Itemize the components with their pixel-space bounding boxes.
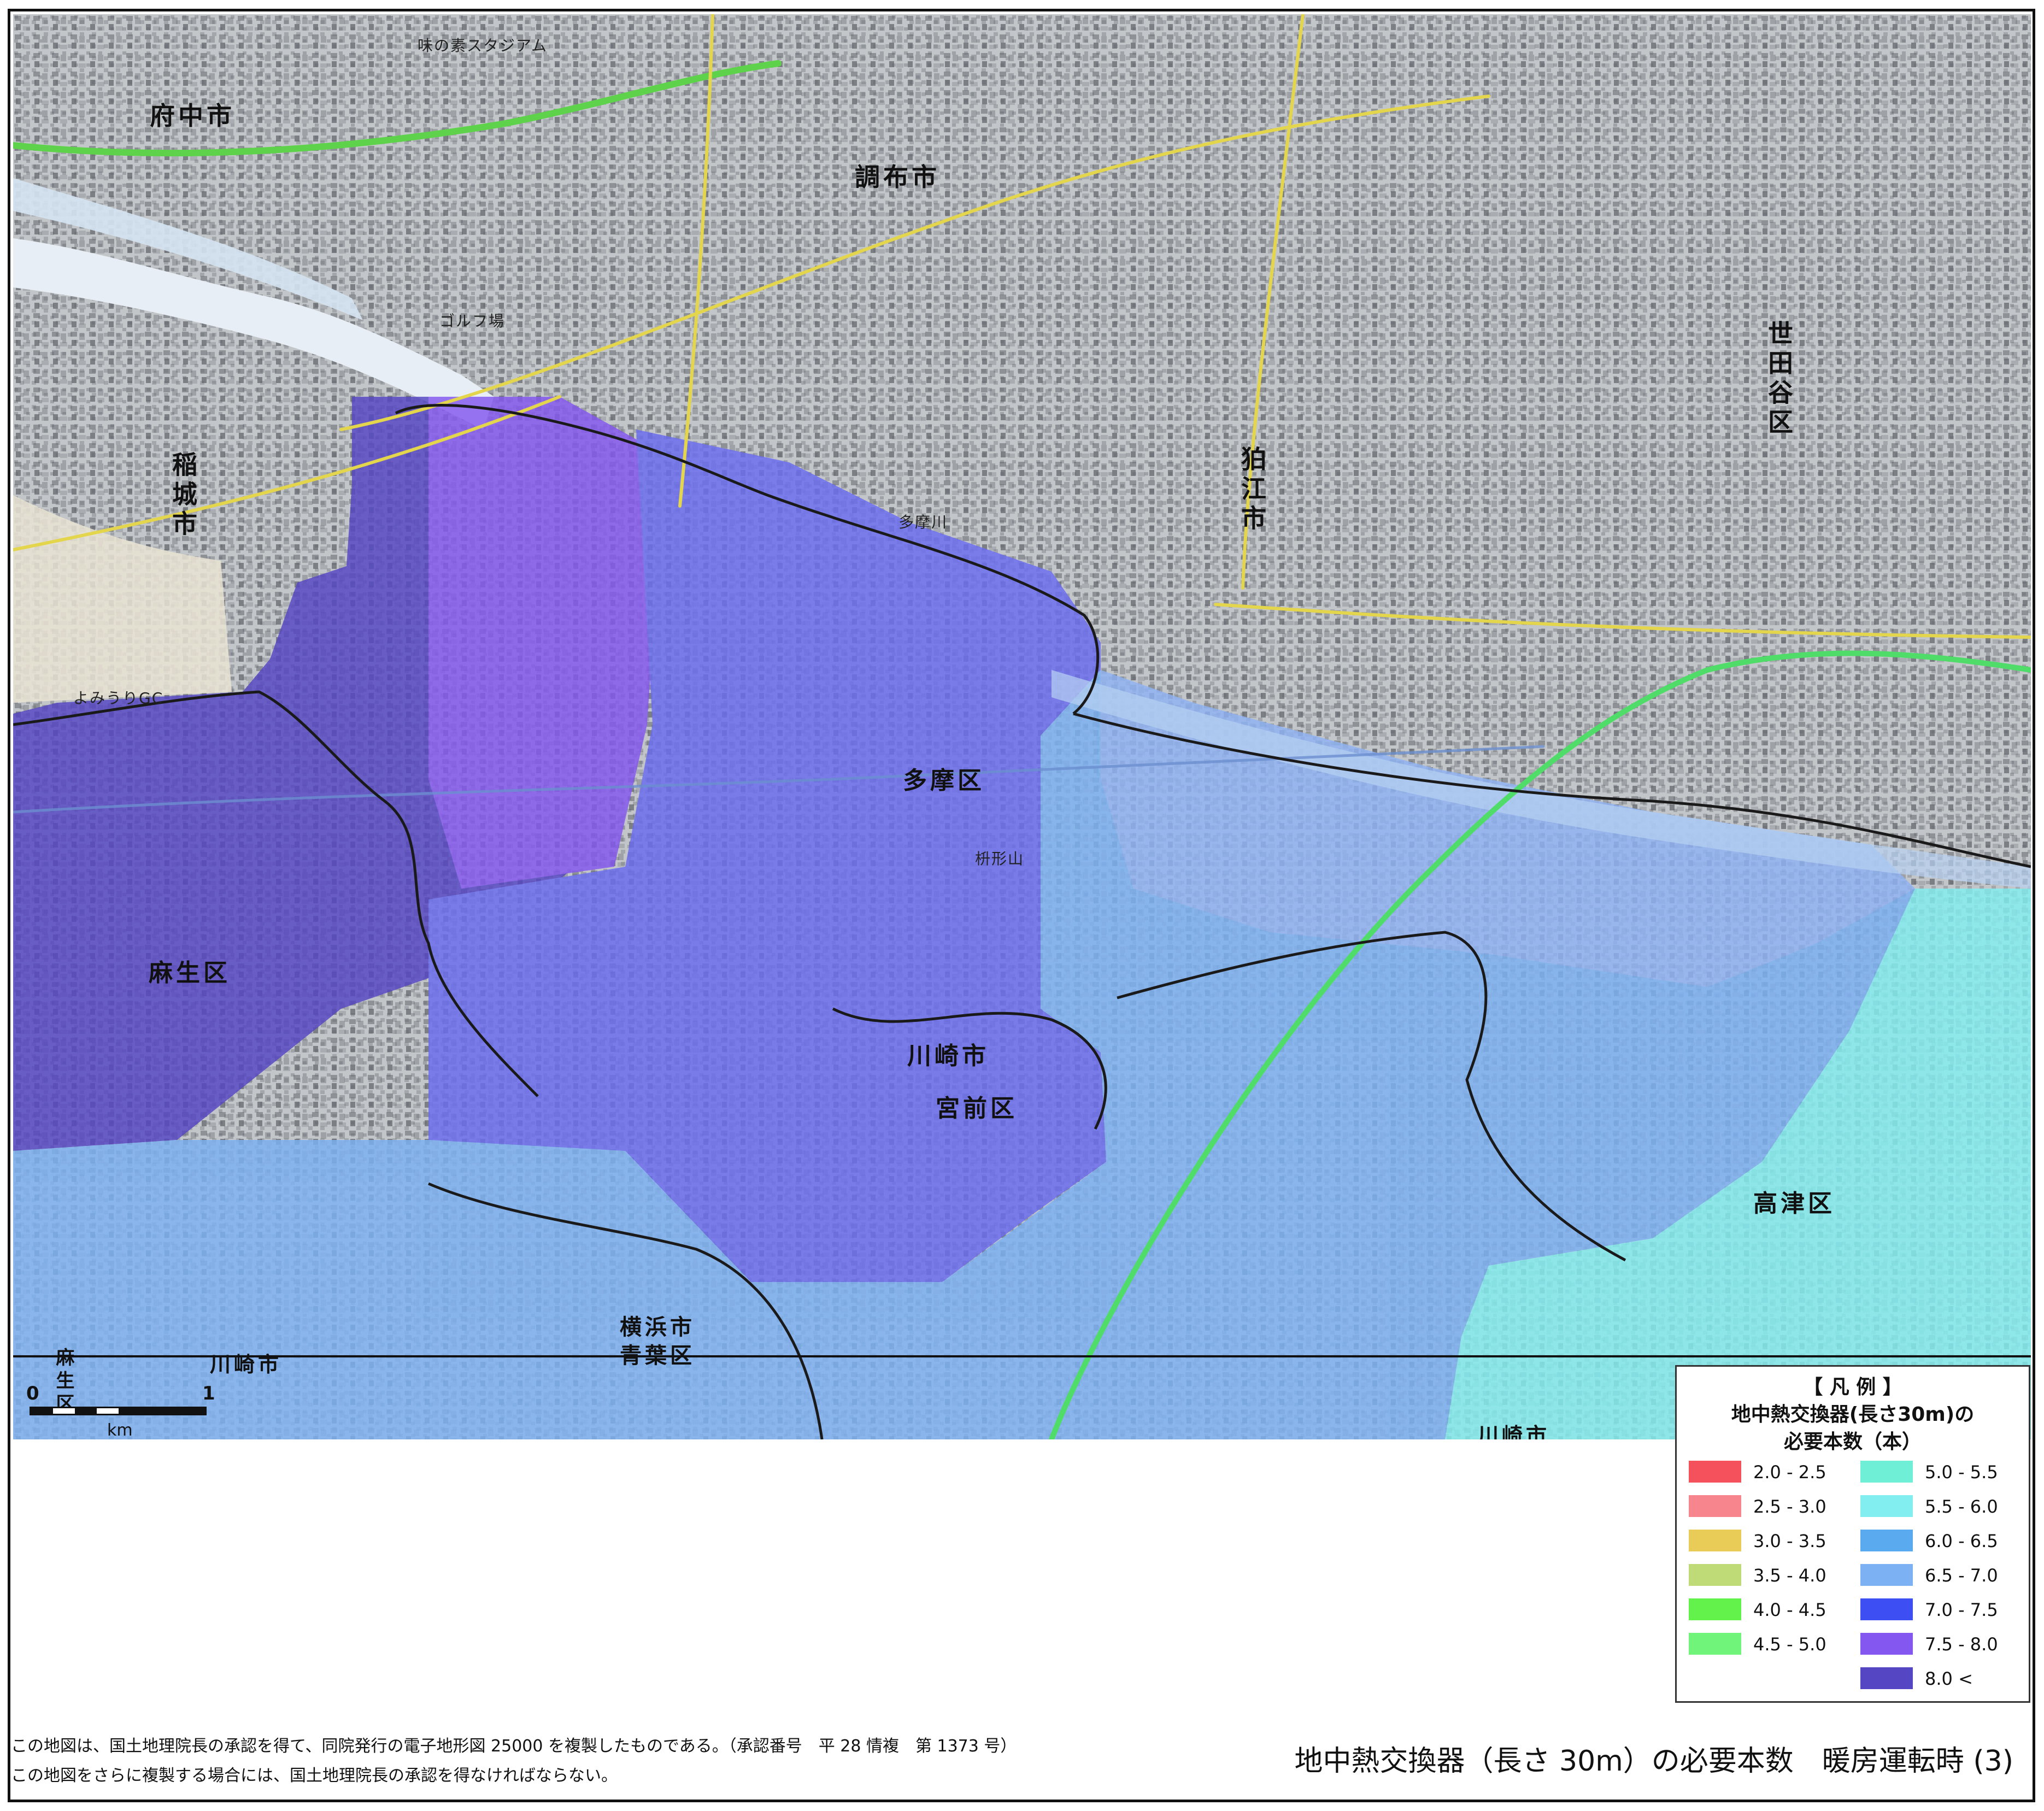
- legend-swatch: [1860, 1461, 1913, 1483]
- legend-label: 6.5 - 7.0: [1925, 1565, 1998, 1586]
- legend-swatch: [1860, 1667, 1913, 1689]
- label-miyamae: 宮前区: [936, 1095, 1018, 1122]
- inner-frame-line: [13, 1355, 2031, 1357]
- label-stadium: 味の素スタジアム: [418, 37, 548, 55]
- legend-swatch: [1860, 1633, 1913, 1655]
- legend-label: 5.0 - 5.5: [1925, 1462, 1998, 1483]
- legend-label: 8.0 <: [1925, 1668, 1973, 1689]
- label-tamagawa: 多摩川: [898, 513, 948, 531]
- legend-swatch: [1689, 1495, 1741, 1517]
- footer: この地図は、国土地理院長の承認を得て、同院発行の電子地形図 25000 を複製し…: [8, 1709, 2035, 1802]
- label-aoba: 青葉区: [620, 1343, 695, 1368]
- scale-bar: 0 1 km: [16, 1383, 235, 1440]
- zone-7-5-8: [428, 397, 658, 889]
- legend-line2: 必要本数（本）: [1783, 1431, 1922, 1453]
- credit-line-2: この地図をさらに複製する場合には、国土地理院長の承認を得なければならない。: [11, 1766, 618, 1785]
- legend-label: 5.5 - 6.0: [1925, 1496, 1998, 1517]
- credit-line-1: この地図は、国土地理院長の承認を得て、同院発行の電子地形図 25000 を複製し…: [11, 1737, 1017, 1756]
- legend-item: 7.0 - 7.5: [1860, 1598, 2024, 1621]
- label-kawasaki-bottom: 川崎市: [1478, 1424, 1550, 1439]
- legend-swatch: [1689, 1564, 1741, 1586]
- scale-zero: 0: [26, 1383, 39, 1404]
- label-takatsu: 高津区: [1753, 1190, 1835, 1218]
- legend-label: 7.5 - 8.0: [1925, 1634, 1998, 1655]
- legend: 【 凡 例 】 地中熱交換器(長さ30m)の 必要本数（本） 2.0 - 2.5…: [1675, 1365, 2030, 1703]
- legend-swatch: [1689, 1461, 1741, 1483]
- label-yomiuri: よみうりGC: [73, 689, 164, 707]
- label-yokohama: 横浜市: [620, 1315, 695, 1340]
- label-golf: ゴルフ場: [439, 312, 506, 330]
- base-map: [13, 14, 2031, 1439]
- label-masugatayama: 枡形山: [975, 850, 1025, 868]
- legend-item: 5.5 - 6.0: [1860, 1495, 2024, 1518]
- map-title: 地中熱交換器（長さ 30m）の必要本数 暖房運転時 (3): [1294, 1745, 2013, 1778]
- legend-label: 3.5 - 4.0: [1753, 1565, 1826, 1586]
- label-setagaya: 世田谷区: [1764, 320, 1794, 438]
- legend-label: 4.5 - 5.0: [1753, 1634, 1826, 1655]
- legend-label: 2.5 - 3.0: [1753, 1496, 1826, 1517]
- label-kawasaki-corner: 川崎市: [210, 1353, 283, 1377]
- legend-swatch: [1860, 1564, 1913, 1586]
- legend-label: 3.0 - 3.5: [1753, 1531, 1826, 1551]
- legend-item: 6.5 - 7.0: [1860, 1564, 2024, 1587]
- legend-item: 4.5 - 5.0: [1689, 1633, 1853, 1656]
- legend-label: 4.0 - 4.5: [1753, 1600, 1826, 1620]
- legend-column-left: 2.0 - 2.5 2.5 - 3.0 3.0 - 3.5 3.5 - 4.0 4.0 …: [1689, 1461, 1853, 1696]
- legend-heading: 【 凡 例 】: [1803, 1376, 1902, 1398]
- legend-item: 7.5 - 8.0: [1860, 1633, 2024, 1656]
- legend-label: 7.0 - 7.5: [1925, 1600, 1998, 1620]
- label-inagi: 稲城市: [168, 451, 198, 540]
- legend-item: 6.0 - 6.5: [1860, 1530, 2024, 1553]
- legend-swatch: [1689, 1633, 1741, 1655]
- legend-item: 5.0 - 5.5: [1860, 1461, 2024, 1484]
- legend-label: 6.0 - 6.5: [1925, 1531, 1998, 1551]
- legend-swatch: [1689, 1530, 1741, 1551]
- legend-swatch: [1860, 1495, 1913, 1517]
- legend-swatch: [1860, 1598, 1913, 1620]
- label-tama: 多摩区: [903, 767, 985, 795]
- legend-item: 4.0 - 4.5: [1689, 1598, 1853, 1621]
- label-komae: 狛江市: [1237, 446, 1267, 534]
- scale-one: 1: [202, 1383, 215, 1404]
- legend-swatch: [1860, 1530, 1913, 1551]
- legend-item: 3.0 - 3.5: [1689, 1530, 1853, 1553]
- legend-item: 2.0 - 2.5: [1689, 1461, 1853, 1484]
- scale-unit: km: [107, 1421, 133, 1440]
- legend-item: 2.5 - 3.0: [1689, 1495, 1853, 1518]
- label-chofu: 調布市: [855, 162, 940, 192]
- map-canvas[interactable]: 府中市 調布市 世田谷区 狛江市 稲城市 多摩区 麻生区 川崎市 宮前区 高津区…: [13, 14, 2031, 1439]
- label-kawasaki: 川崎市: [907, 1042, 989, 1070]
- legend-label: 2.0 - 2.5: [1753, 1462, 1826, 1483]
- legend-line1: 地中熱交換器(長さ30m)の: [1731, 1403, 1975, 1426]
- legend-swatch: [1689, 1598, 1741, 1620]
- label-asao: 麻生区: [149, 959, 231, 987]
- legend-item: 3.5 - 4.0: [1689, 1564, 1853, 1587]
- label-fuchu: 府中市: [150, 101, 235, 131]
- legend-item: 8.0 <: [1860, 1667, 2024, 1690]
- legend-column-right: 5.0 - 5.5 5.5 - 6.0 6.0 - 6.5 6.5 - 7.0 7.0 …: [1860, 1461, 2024, 1696]
